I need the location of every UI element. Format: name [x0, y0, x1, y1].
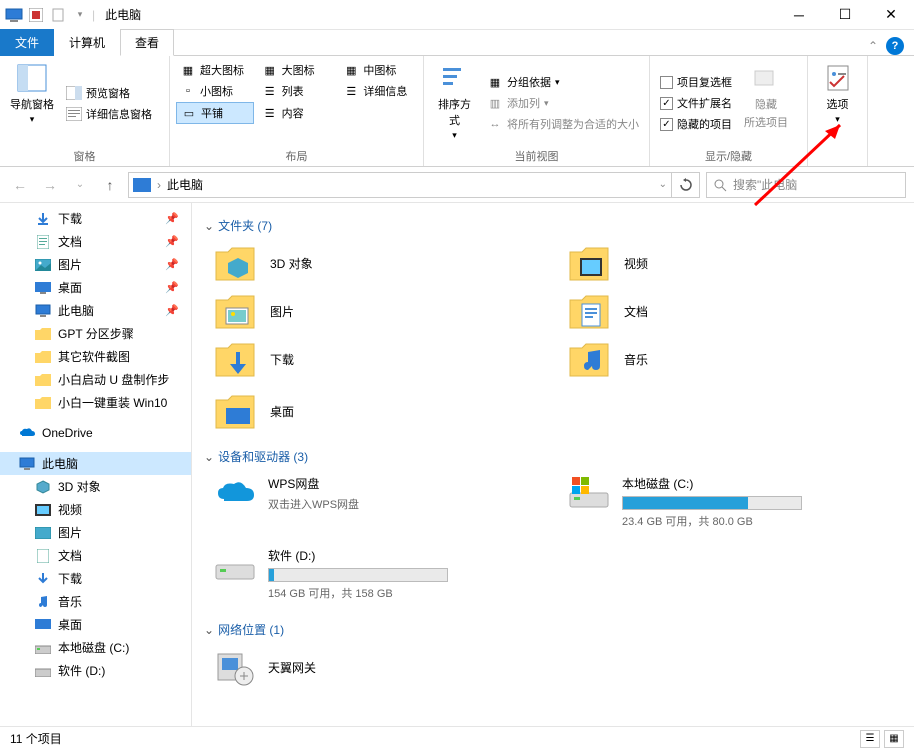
sidebar-onedrive[interactable]: OneDrive: [0, 422, 191, 444]
tab-computer[interactable]: 计算机: [54, 29, 120, 56]
sidebar-desktop2[interactable]: 桌面: [0, 613, 191, 636]
folder-videos[interactable]: 视频: [568, 244, 902, 282]
folder-documents[interactable]: 文档: [568, 292, 902, 330]
navbar: ← → ⌄ ↑ › 此电脑 ⌄ 搜索"此电脑: [0, 167, 914, 203]
maximize-button[interactable]: ☐: [822, 0, 868, 30]
extensions-toggle[interactable]: ✓文件扩展名: [656, 93, 736, 113]
add-columns-button: ▥添加列 ▾: [483, 93, 643, 113]
folder-pictures[interactable]: 图片: [214, 292, 548, 330]
qat-save-icon[interactable]: [26, 5, 46, 25]
tab-view[interactable]: 查看: [120, 29, 174, 56]
layout-small[interactable]: ▫小图标: [176, 81, 254, 101]
sidebar-downloads[interactable]: 下载📌: [0, 207, 191, 230]
drive-c[interactable]: 本地磁盘 (C:) 23.4 GB 可用，共 80.0 GB: [568, 475, 902, 529]
folders-section-header[interactable]: 文件夹 (7): [204, 211, 902, 240]
preview-pane-button[interactable]: 预览窗格: [62, 83, 156, 103]
fit-columns-button: ↔将所有列调整为合适的大小: [483, 114, 643, 134]
sidebar-pictures[interactable]: 图片📌: [0, 253, 191, 276]
ribbon-tabs: 文件 计算机 查看 ⌃ ?: [0, 30, 914, 55]
sidebar-3d[interactable]: 3D 对象: [0, 475, 191, 498]
layout-content[interactable]: ☰内容: [258, 102, 336, 124]
hide-selected-button: 隐藏 所选项目: [740, 60, 792, 146]
layout-details[interactable]: ☰详细信息: [339, 81, 417, 101]
nav-pane-button[interactable]: 导航窗格 ▾: [6, 60, 58, 146]
drives-section-header[interactable]: 设备和驱动器 (3): [204, 442, 902, 471]
sidebar-screenshots-folder[interactable]: 其它软件截图: [0, 345, 191, 368]
sidebar-desktop[interactable]: 桌面📌: [0, 276, 191, 299]
view-details-toggle[interactable]: ☰: [860, 730, 880, 748]
content-area: 文件夹 (7) 3D 对象 视频 图片 文档 下载: [192, 203, 914, 749]
nav-history-dropdown[interactable]: ⌄: [68, 173, 92, 197]
pc-icon: [133, 178, 151, 192]
minimize-button[interactable]: ─: [776, 0, 822, 30]
details-pane-button[interactable]: 详细信息窗格: [62, 104, 156, 124]
qat-dropdown-icon[interactable]: ▾: [70, 5, 90, 25]
group-by-button[interactable]: ▦分组依据 ▾: [483, 72, 643, 92]
network-gateway[interactable]: 天翼网关: [214, 648, 902, 686]
close-button[interactable]: ✕: [868, 0, 914, 30]
view-icons-toggle[interactable]: ▦: [884, 730, 904, 748]
folder-3d[interactable]: 3D 对象: [214, 244, 548, 282]
ribbon-collapse-icon[interactable]: ⌃: [868, 39, 878, 53]
nav-back-button[interactable]: ←: [8, 173, 32, 197]
options-button[interactable]: 选项 ▾: [818, 60, 858, 162]
sidebar-this-pc-qa[interactable]: 此电脑📌: [0, 299, 191, 322]
checkboxes-toggle[interactable]: 项目复选框: [656, 72, 736, 92]
layout-tiles[interactable]: ▭平铺: [176, 102, 254, 124]
nav-up-button[interactable]: ↑: [98, 173, 122, 197]
sidebar-documents[interactable]: 文档📌: [0, 230, 191, 253]
search-icon: [713, 178, 727, 192]
sidebar-xiaobai-reinstall-folder[interactable]: 小白一键重装 Win10: [0, 391, 191, 414]
sidebar-pictures2[interactable]: 图片: [0, 521, 191, 544]
sidebar-documents2[interactable]: 文档: [0, 544, 191, 567]
layout-large[interactable]: ▦大图标: [258, 60, 336, 80]
drive-wps[interactable]: WPS网盘 双击进入WPS网盘: [214, 475, 548, 529]
search-input[interactable]: 搜索"此电脑: [706, 172, 906, 198]
network-section-header[interactable]: 网络位置 (1): [204, 615, 902, 644]
folder-desktop[interactable]: 桌面: [204, 392, 902, 430]
ribbon: 导航窗格 ▾ 预览窗格 详细信息窗格 窗格 ▦超大图标 ▦大图标 ▦中图标: [0, 55, 914, 167]
sort-button[interactable]: 排序方式 ▾: [430, 60, 479, 146]
refresh-button[interactable]: [672, 172, 700, 198]
layout-extra-large[interactable]: ▦超大图标: [176, 60, 254, 80]
sidebar-this-pc[interactable]: 此电脑: [0, 452, 191, 475]
pin-icon: 📌: [165, 212, 187, 225]
panes-group-label: 窗格: [6, 146, 163, 164]
app-icon: [4, 5, 24, 25]
sidebar-music[interactable]: 音乐: [0, 590, 191, 613]
folder-music[interactable]: 音乐: [568, 340, 902, 378]
drive-d[interactable]: 软件 (D:) 154 GB 可用，共 158 GB: [214, 547, 548, 601]
help-icon[interactable]: ?: [886, 37, 904, 55]
current-view-group-label: 当前视图: [430, 146, 643, 164]
search-placeholder: 搜索"此电脑: [733, 176, 797, 193]
show-hide-group-label: 显示/隐藏: [656, 146, 801, 164]
layout-medium[interactable]: ▦中图标: [339, 60, 417, 80]
folder-downloads[interactable]: 下载: [214, 340, 548, 378]
sidebar-disk-c[interactable]: 本地磁盘 (C:): [0, 636, 191, 659]
nav-forward-button: →: [38, 173, 62, 197]
nav-pane-label: 导航窗格: [10, 96, 54, 112]
hidden-items-toggle[interactable]: ✓隐藏的项目: [656, 114, 736, 134]
address-bar[interactable]: › 此电脑 ⌄: [128, 172, 672, 198]
sidebar: 下载📌 文档📌 图片📌 桌面📌 此电脑📌 GPT 分区步骤 其它软件截图 小白启…: [0, 203, 192, 749]
qat-properties-icon[interactable]: [48, 5, 68, 25]
sidebar-disk-d[interactable]: 软件 (D:): [0, 659, 191, 682]
titlebar: ▾ | 此电脑 ─ ☐ ✕: [0, 0, 914, 30]
window-title: 此电脑: [105, 6, 141, 23]
address-location[interactable]: 此电脑: [167, 176, 203, 193]
sidebar-videos[interactable]: 视频: [0, 498, 191, 521]
status-item-count: 11 个项目: [10, 730, 62, 747]
layout-group-label: 布局: [176, 146, 417, 164]
layout-list[interactable]: ☰列表: [258, 81, 336, 101]
sidebar-xiaobai-usb-folder[interactable]: 小白启动 U 盘制作步: [0, 368, 191, 391]
sidebar-downloads2[interactable]: 下载: [0, 567, 191, 590]
tab-file[interactable]: 文件: [0, 29, 54, 56]
status-bar: 11 个项目 ☰ ▦: [0, 726, 914, 750]
sidebar-gpt-folder[interactable]: GPT 分区步骤: [0, 322, 191, 345]
